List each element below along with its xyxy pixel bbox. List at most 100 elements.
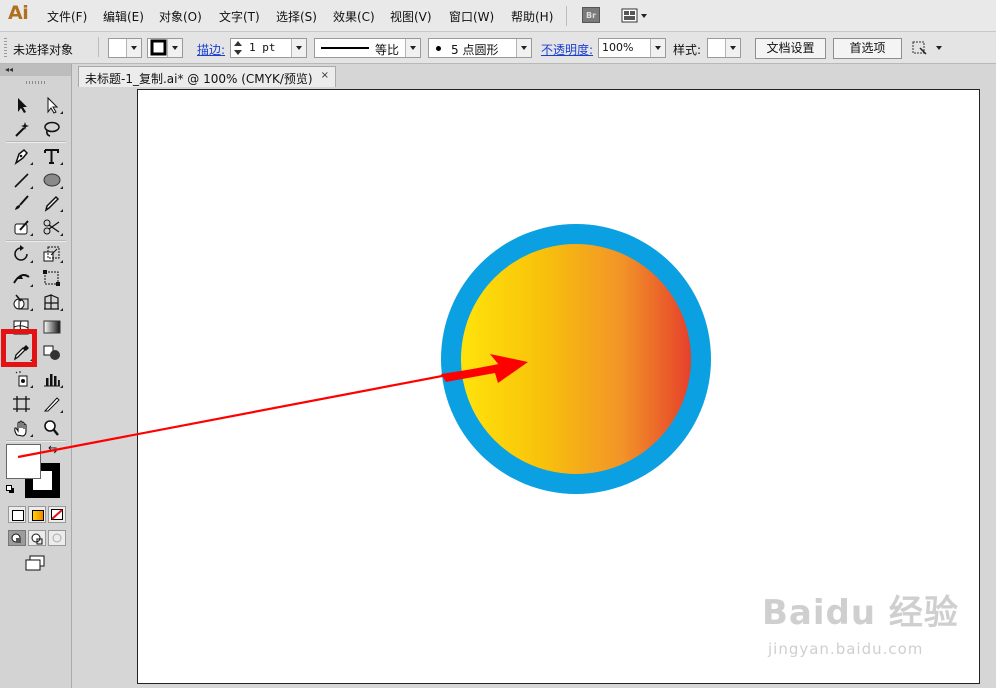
control-bar-grip[interactable] (4, 38, 7, 57)
blend-tool[interactable] (40, 341, 64, 363)
ellipse-icon (43, 173, 61, 187)
tool-flyout-indicator (30, 162, 33, 165)
tool-flyout-indicator (30, 385, 33, 388)
menu-window[interactable]: 窗口(W) (449, 8, 494, 25)
default-fill-stroke-icon[interactable] (6, 485, 15, 494)
document-tab[interactable]: 未标题-1_复制.ai* @ 100% (CMYK/预览) × (78, 66, 336, 87)
eyedropper-highlight-box (1, 329, 37, 367)
shape-builder-tool[interactable] (10, 291, 34, 313)
tool-flyout-indicator (30, 186, 33, 189)
pen-tool[interactable] (10, 145, 34, 167)
zoom-tool[interactable] (40, 417, 64, 439)
menu-bar: Ai 文件(F) 编辑(E) 对象(O) 文字(T) 选择(S) 效果(C) 视… (0, 0, 996, 32)
opacity-field[interactable]: 100% (598, 38, 666, 58)
tools-panel-grip[interactable] (26, 81, 46, 84)
symbol-sprayer-tool[interactable] (10, 368, 34, 390)
lasso-tool[interactable] (40, 118, 64, 140)
hand-icon (14, 420, 27, 437)
tool-separator (6, 141, 66, 143)
preferences-button[interactable]: 首选项 (833, 38, 902, 59)
menu-view[interactable]: 视图(V) (390, 8, 432, 25)
screen-mode-button[interactable] (24, 555, 48, 573)
document-tab-title: 未标题-1_复制.ai* @ 100% (CMYK/预览) (85, 72, 313, 86)
gradient-button[interactable] (28, 506, 46, 523)
tool-separator (6, 240, 66, 242)
draw-behind-button[interactable] (28, 530, 46, 546)
close-tab-icon[interactable]: × (321, 70, 329, 81)
symbol-sprayer-icon (15, 371, 28, 387)
tools-panel-header[interactable]: ◂◂ (0, 64, 71, 76)
artboard-tool[interactable] (10, 393, 34, 415)
control-separator (98, 37, 99, 57)
bridge-button[interactable]: Br (582, 7, 600, 23)
collapse-panel-icon[interactable]: ◂◂ (5, 65, 13, 75)
variable-width-profile-dropdown[interactable]: 等比 (314, 38, 421, 58)
app-logo: Ai (8, 2, 29, 24)
align-options-button[interactable] (911, 39, 945, 57)
gradient-filled-circle[interactable] (461, 244, 691, 474)
zoom-magnifier-icon (44, 420, 59, 436)
gradient-tool[interactable] (40, 316, 64, 338)
type-tool[interactable] (40, 145, 64, 167)
watermark-brand: Baidu 经验 (762, 593, 959, 633)
brush-definition-dropdown[interactable]: 5 点圆形 (428, 38, 532, 58)
tool-flyout-indicator (60, 186, 63, 189)
blob-brush-icon (14, 220, 29, 235)
column-graph-tool[interactable] (40, 368, 64, 390)
ellipse-tool[interactable] (40, 169, 64, 191)
stroke-label[interactable]: 描边: (197, 41, 225, 58)
fill-color-dropdown[interactable] (108, 38, 142, 58)
chevron-down-icon (405, 39, 420, 57)
tool-flyout-indicator (60, 233, 63, 236)
hand-tool[interactable] (10, 417, 34, 439)
graphic-style-dropdown[interactable] (707, 38, 741, 58)
control-bar: 未选择对象 描边: 1 pt 等比 5 点圆形 不透明度: 100% 样式: 文… (0, 32, 996, 64)
menu-object[interactable]: 对象(O) (159, 8, 202, 25)
pencil-icon (44, 195, 60, 212)
menu-help[interactable]: 帮助(H) (511, 8, 553, 25)
opacity-label[interactable]: 不透明度: (541, 41, 593, 58)
stroke-color-dropdown[interactable] (147, 38, 183, 58)
selection-tool[interactable] (10, 94, 34, 116)
draw-normal-button[interactable] (8, 530, 26, 546)
rotate-tool[interactable] (10, 243, 34, 265)
none-button[interactable] (48, 506, 66, 523)
scissors-tool[interactable] (40, 216, 64, 238)
tool-flyout-indicator (30, 260, 33, 263)
menu-file[interactable]: 文件(F) (47, 8, 87, 25)
shape-builder-icon (13, 294, 29, 310)
color-button[interactable] (8, 506, 26, 523)
tool-flyout-indicator (60, 308, 63, 311)
chevron-down-icon (167, 39, 182, 57)
menu-effect[interactable]: 效果(C) (333, 8, 375, 25)
blend-icon (43, 345, 60, 360)
menu-edit[interactable]: 编辑(E) (103, 8, 144, 25)
stepper-icon[interactable] (232, 39, 244, 57)
gradient-swatch-icon (32, 510, 44, 521)
fill-color-swatch[interactable] (6, 444, 41, 479)
blob-brush-tool[interactable] (10, 216, 34, 238)
menu-type[interactable]: 文字(T) (219, 8, 260, 25)
free-transform-tool[interactable] (40, 267, 64, 289)
watermark-url: jingyan.baidu.com (768, 640, 924, 658)
draw-normal-icon (11, 533, 21, 543)
pen-nib-icon (14, 148, 29, 165)
arrange-documents-button[interactable] (621, 8, 649, 24)
draw-inside-button[interactable] (48, 530, 66, 546)
perspective-grid-tool[interactable] (40, 291, 64, 313)
document-setup-button[interactable]: 文档设置 (755, 38, 826, 59)
paintbrush-tool[interactable] (10, 192, 34, 214)
slice-tool[interactable] (40, 393, 64, 415)
menu-select[interactable]: 选择(S) (276, 8, 317, 25)
direct-selection-tool[interactable] (40, 94, 64, 116)
stroke-swatch-icon (150, 39, 167, 56)
pencil-tool[interactable] (40, 192, 64, 214)
scale-tool[interactable] (40, 243, 64, 265)
magic-wand-tool[interactable] (10, 118, 34, 140)
stroke-weight-field[interactable]: 1 pt (230, 38, 307, 58)
screen-mode-icon (25, 555, 45, 571)
width-tool[interactable] (10, 267, 34, 289)
line-segment-tool[interactable] (10, 169, 34, 191)
artboard-icon (13, 396, 30, 412)
swap-fill-stroke-icon[interactable]: ⇆ (48, 443, 57, 456)
